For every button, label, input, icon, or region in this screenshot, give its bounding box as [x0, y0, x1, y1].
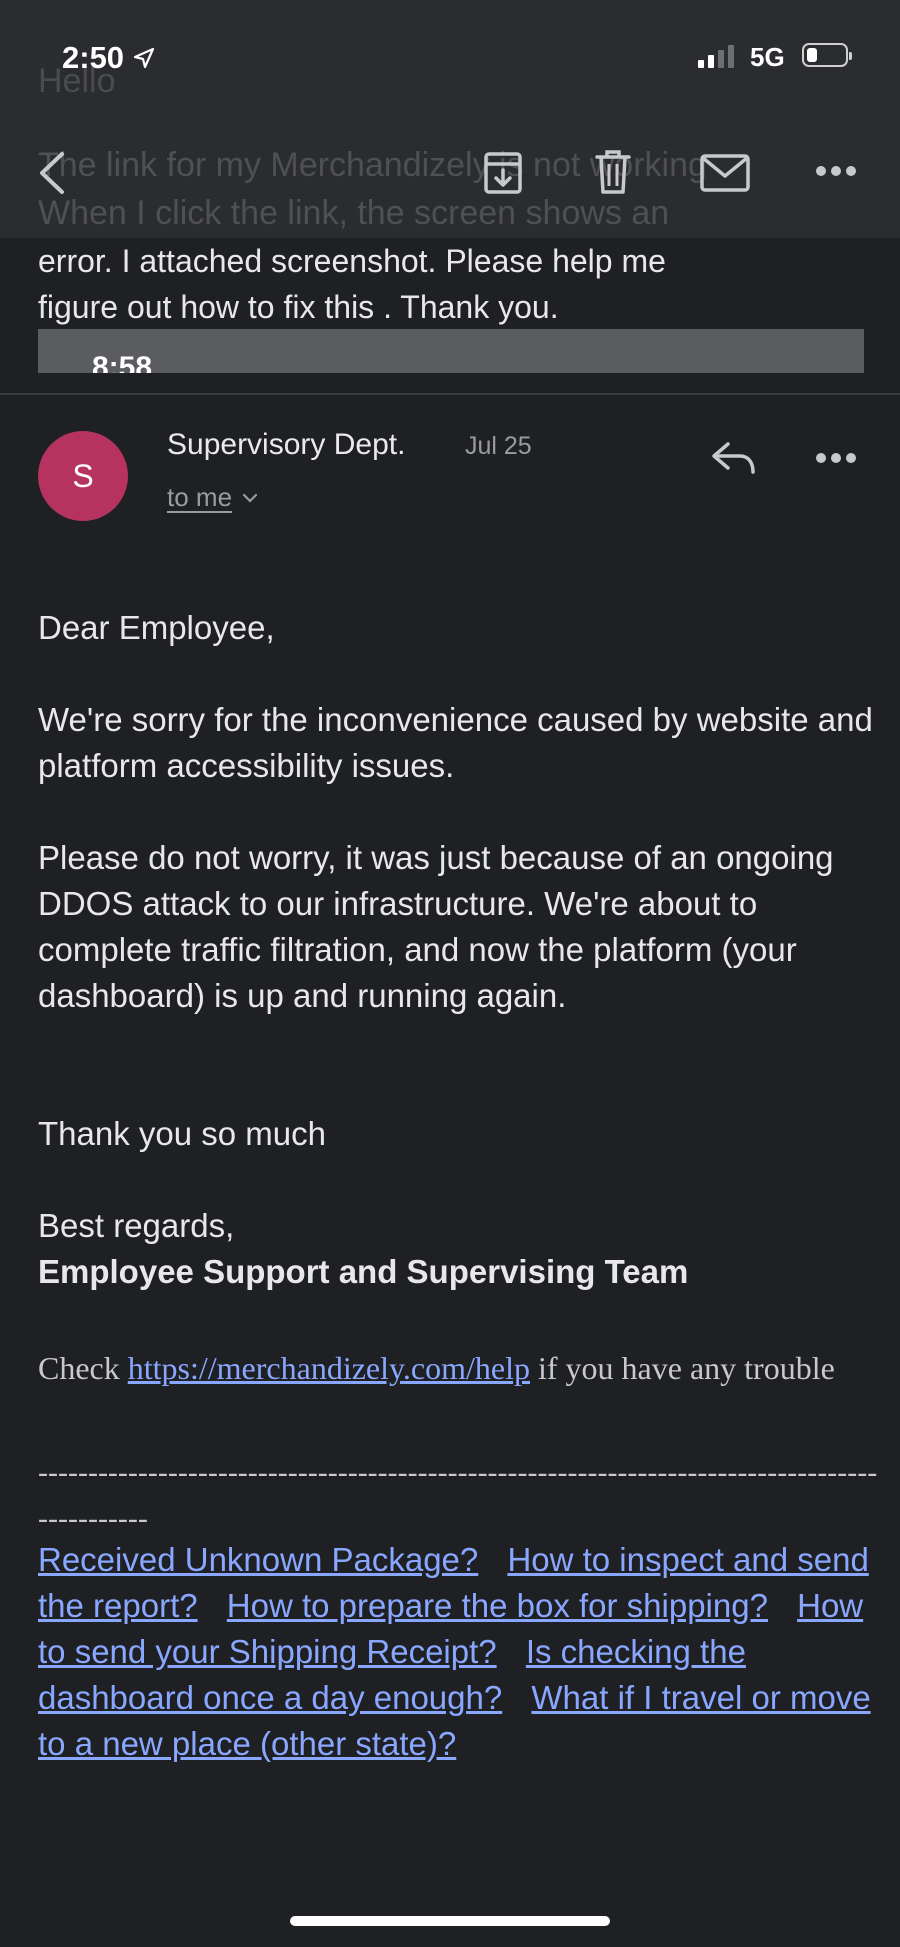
top-bar: Hello The link for my Merchandizely is n… [0, 0, 900, 238]
sender-name[interactable]: Supervisory Dept. [167, 428, 405, 462]
previous-message-text: error. I attached screenshot. Please hel… [38, 238, 878, 330]
message-date: Jul 25 [465, 432, 532, 460]
clock-text: 2:50 [62, 40, 125, 75]
mail-icon[interactable] [700, 154, 750, 192]
body-paragraph: We're sorry for the inconvenience caused… [38, 701, 873, 784]
battery-level [807, 48, 817, 62]
faq-link[interactable]: Received Unknown Package? [38, 1541, 478, 1578]
faq-link[interactable]: How to prepare the box for shipping? [227, 1587, 768, 1624]
help-line: Check https://merchandizely.com/help if … [38, 1345, 878, 1392]
body-paragraph: Please do not worry, it was just because… [38, 839, 834, 1014]
battery-icon [802, 43, 852, 67]
ghost-line: When I click the link, the screen shows … [38, 194, 670, 232]
faq-links: Received Unknown Package? How to inspect… [38, 1537, 878, 1767]
closing-line: Best regards, [38, 1207, 235, 1244]
signature: Employee Support and Supervising Team [38, 1253, 689, 1290]
location-arrow-icon [133, 47, 155, 69]
home-indicator[interactable] [290, 1916, 610, 1926]
chevron-down-icon [242, 493, 258, 503]
chevron-left-icon[interactable] [34, 150, 68, 196]
more-horizontal-icon[interactable] [815, 452, 857, 464]
more-horizontal-icon[interactable] [815, 164, 857, 178]
attached-screenshot[interactable]: 8:58 [38, 329, 864, 373]
status-bar: 2:50 5G [0, 0, 900, 110]
signal-icon [698, 44, 734, 68]
archive-icon[interactable] [483, 151, 523, 195]
salutation: Dear Employee, [38, 609, 275, 646]
separator-line: ----------------------------------------… [38, 1456, 878, 1535]
help-link[interactable]: https://merchandizely.com/help [128, 1350, 530, 1386]
previous-line: figure out how to fix this . Thank you. [38, 289, 559, 325]
status-time: 2:50 [62, 40, 156, 76]
previous-line: error. I attached screenshot. Please hel… [38, 243, 666, 279]
message-divider [0, 393, 900, 395]
help-prefix: Check [38, 1350, 120, 1386]
reply-icon[interactable] [710, 438, 758, 478]
thanks-line: Thank you so much [38, 1115, 326, 1152]
avatar[interactable]: S [38, 431, 128, 521]
trash-icon[interactable] [595, 149, 631, 195]
network-type: 5G [750, 42, 785, 72]
screenshot-time: 8:58 [92, 351, 153, 373]
help-suffix: if you have any trouble [538, 1350, 835, 1386]
recipient-toggle[interactable]: to me [167, 482, 258, 513]
recipient-label: to me [167, 482, 233, 512]
